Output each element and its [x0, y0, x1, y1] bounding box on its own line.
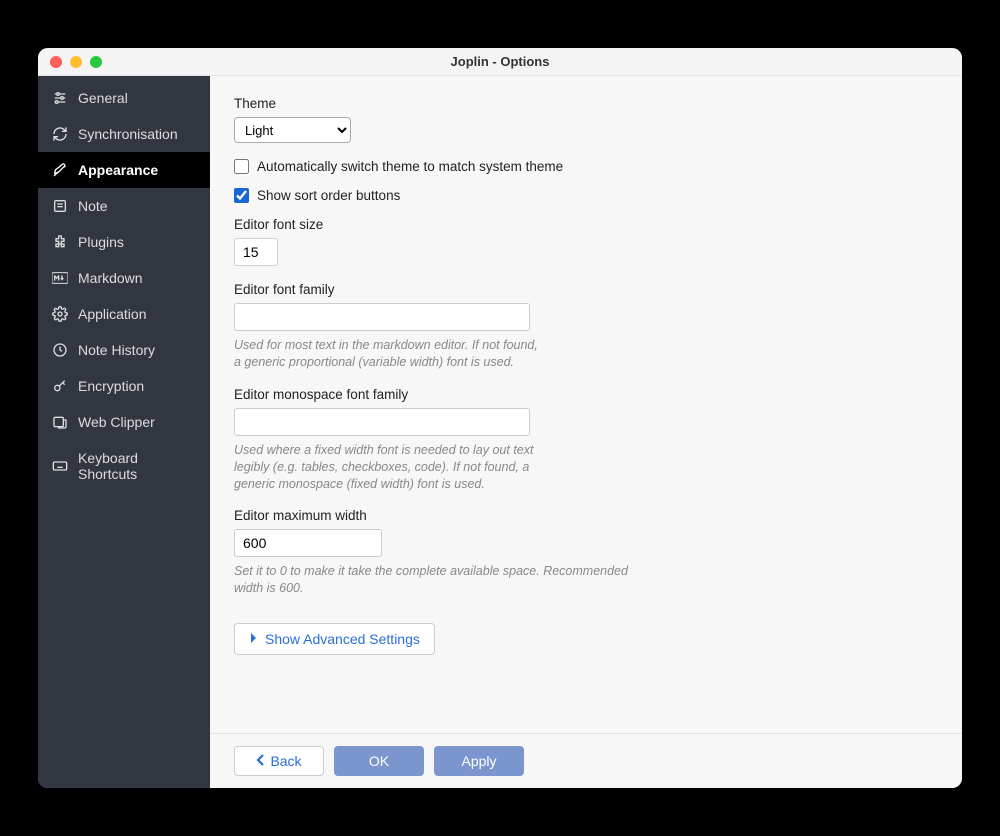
show-sort-row: Show sort order buttons — [234, 188, 938, 203]
chevron-left-icon — [256, 753, 266, 770]
key-icon — [52, 378, 68, 394]
mono-family-label: Editor monospace font family — [234, 387, 938, 402]
body: General Synchronisation Appearance Note — [38, 76, 962, 788]
auto-switch-label: Automatically switch theme to match syst… — [257, 159, 563, 174]
back-label: Back — [270, 753, 301, 769]
apply-button[interactable]: Apply — [434, 746, 524, 776]
sidebar: General Synchronisation Appearance Note — [38, 76, 210, 788]
font-size-label: Editor font size — [234, 217, 938, 232]
font-family-field: Editor font family Used for most text in… — [234, 282, 938, 371]
sidebar-item-keyboard-shortcuts[interactable]: Keyboard Shortcuts — [38, 440, 210, 492]
sidebar-item-label: Plugins — [78, 234, 124, 250]
note-icon — [52, 198, 68, 214]
mono-family-desc: Used where a fixed width font is needed … — [234, 442, 544, 493]
mono-family-field: Editor monospace font family Used where … — [234, 387, 938, 493]
max-width-input[interactable] — [234, 529, 382, 557]
content-panel: Theme Light Automatically switch theme t… — [210, 76, 962, 788]
show-advanced-button[interactable]: Show Advanced Settings — [234, 623, 435, 655]
sidebar-item-general[interactable]: General — [38, 80, 210, 116]
font-size-field: Editor font size — [234, 217, 938, 266]
plugin-icon — [52, 234, 68, 250]
options-window: Joplin - Options General Synchronisation — [38, 48, 962, 788]
appearance-icon — [52, 162, 68, 178]
font-family-desc: Used for most text in the markdown edito… — [234, 337, 544, 371]
max-width-field: Editor maximum width Set it to 0 to make… — [234, 508, 938, 597]
minimize-window-button[interactable] — [70, 56, 82, 68]
apply-label: Apply — [461, 753, 496, 769]
sidebar-item-label: Encryption — [78, 378, 144, 394]
show-sort-label: Show sort order buttons — [257, 188, 400, 203]
max-width-label: Editor maximum width — [234, 508, 938, 523]
markdown-icon — [52, 270, 68, 286]
sidebar-item-markdown[interactable]: Markdown — [38, 260, 210, 296]
sidebar-item-label: General — [78, 90, 128, 106]
sidebar-item-label: Note History — [78, 342, 155, 358]
back-button[interactable]: Back — [234, 746, 324, 776]
sidebar-item-encryption[interactable]: Encryption — [38, 368, 210, 404]
show-advanced-label: Show Advanced Settings — [265, 631, 420, 647]
sidebar-item-plugins[interactable]: Plugins — [38, 224, 210, 260]
sidebar-item-note-history[interactable]: Note History — [38, 332, 210, 368]
gear-icon — [52, 306, 68, 322]
ok-label: OK — [369, 753, 389, 769]
sidebar-item-label: Note — [78, 198, 108, 214]
footer: Back OK Apply — [210, 733, 962, 788]
max-width-desc: Set it to 0 to make it take the complete… — [234, 563, 654, 597]
sidebar-item-label: Keyboard Shortcuts — [78, 450, 196, 482]
sidebar-item-note[interactable]: Note — [38, 188, 210, 224]
show-sort-checkbox[interactable] — [234, 188, 249, 203]
mono-family-input[interactable] — [234, 408, 530, 436]
auto-switch-row: Automatically switch theme to match syst… — [234, 159, 938, 174]
auto-switch-checkbox[interactable] — [234, 159, 249, 174]
ok-button[interactable]: OK — [334, 746, 424, 776]
sidebar-item-web-clipper[interactable]: Web Clipper — [38, 404, 210, 440]
font-family-label: Editor font family — [234, 282, 938, 297]
theme-select[interactable]: Light — [234, 117, 351, 143]
close-window-button[interactable] — [50, 56, 62, 68]
settings-scroll: Theme Light Automatically switch theme t… — [210, 76, 962, 733]
sliders-icon — [52, 90, 68, 106]
maximize-window-button[interactable] — [90, 56, 102, 68]
theme-label: Theme — [234, 96, 938, 111]
titlebar: Joplin - Options — [38, 48, 962, 76]
sync-icon — [52, 126, 68, 142]
sidebar-item-synchronisation[interactable]: Synchronisation — [38, 116, 210, 152]
font-family-input[interactable] — [234, 303, 530, 331]
sidebar-item-label: Synchronisation — [78, 126, 178, 142]
window-controls — [38, 56, 102, 68]
history-icon — [52, 342, 68, 358]
sidebar-item-label: Web Clipper — [78, 414, 155, 430]
sidebar-item-appearance[interactable]: Appearance — [38, 152, 210, 188]
sidebar-item-label: Markdown — [78, 270, 143, 286]
sidebar-item-label: Appearance — [78, 162, 158, 178]
window-title: Joplin - Options — [38, 54, 962, 69]
sidebar-item-label: Application — [78, 306, 147, 322]
font-size-input[interactable] — [234, 238, 278, 266]
theme-field: Theme Light — [234, 96, 938, 143]
chevron-right-icon — [249, 631, 259, 647]
clipper-icon — [52, 414, 68, 430]
sidebar-item-application[interactable]: Application — [38, 296, 210, 332]
keyboard-icon — [52, 458, 68, 474]
